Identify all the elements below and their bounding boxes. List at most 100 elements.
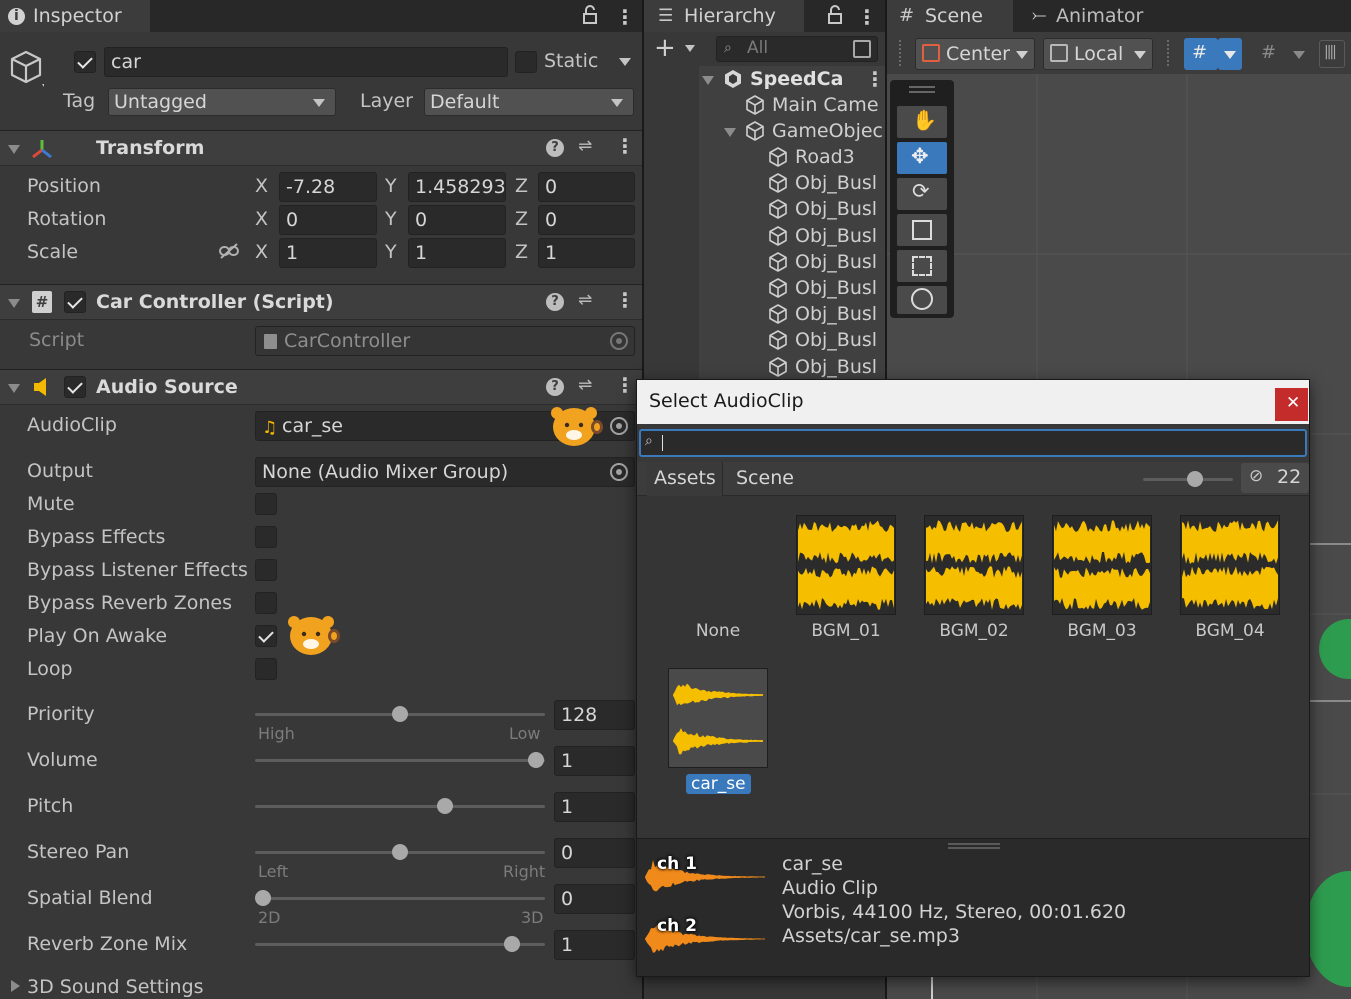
asset-item[interactable]: car_se	[654, 668, 782, 818]
tab-animator[interactable]: ⤚ Animator	[1032, 0, 1172, 32]
axis-z-label[interactable]: Z	[515, 208, 528, 230]
scale-z-field[interactable]: 1	[538, 238, 635, 268]
constrain-proportions-icon[interactable]	[218, 242, 240, 260]
pitch-slider-handle[interactable]	[437, 798, 453, 814]
axis-z-label[interactable]: Z	[515, 175, 528, 197]
reverb-mix-field[interactable]: 1	[554, 930, 635, 960]
position-x-field[interactable]: -7.28	[279, 172, 377, 202]
object-name-input[interactable]: car	[104, 47, 508, 77]
axis-x-label[interactable]: X	[255, 175, 268, 197]
foldout-arrow-icon[interactable]	[8, 299, 20, 308]
hand-tool-button[interactable]: ✋	[897, 106, 947, 138]
hierarchy-item[interactable]: GameObjec	[724, 118, 885, 144]
hierarchy-item[interactable]: Obj_Busl	[767, 249, 885, 275]
volume-slider-track[interactable]	[255, 759, 545, 762]
tab-assets[interactable]: Assets	[647, 462, 723, 496]
close-button[interactable]: ✕	[1275, 388, 1308, 421]
thumbnail-size-slider-handle[interactable]	[1187, 471, 1203, 487]
menu-kebab-icon[interactable]: ⋮	[615, 288, 635, 312]
object-picker-icon[interactable]	[610, 463, 628, 481]
splitter-grip-icon[interactable]	[948, 847, 1000, 849]
presets-icon[interactable]: ⇌	[578, 136, 592, 156]
mute-checkbox[interactable]	[255, 493, 277, 515]
audio-source-header[interactable]: Audio Source ? ⇌ ⋮	[0, 369, 642, 405]
tab-scene[interactable]: # Scene	[887, 0, 1013, 32]
axis-z-label[interactable]: Z	[515, 241, 528, 263]
menu-kebab-icon[interactable]: ⋮	[615, 5, 635, 29]
menu-kebab-icon[interactable]: ⋮	[857, 5, 877, 29]
hierarchy-item[interactable]: Main Came	[744, 92, 885, 118]
bypass-listener-checkbox[interactable]	[255, 559, 277, 581]
spatial-blend-slider-handle[interactable]	[255, 890, 271, 906]
volume-field[interactable]: 1	[554, 746, 635, 776]
asset-item[interactable]: BGM_01	[782, 515, 910, 665]
position-y-field[interactable]: 1.458293	[408, 172, 506, 202]
stereo-pan-slider-handle[interactable]	[392, 844, 408, 860]
help-icon[interactable]: ?	[546, 139, 564, 157]
stereo-pan-field[interactable]: 0	[554, 838, 635, 868]
rect-tool-button[interactable]	[897, 250, 947, 282]
tab-hierarchy[interactable]: ☰ Hierarchy	[644, 0, 804, 32]
scale-y-field[interactable]: 1	[408, 238, 506, 268]
hierarchy-item[interactable]: SpeedCa ⋮	[702, 66, 885, 92]
rotation-x-field[interactable]: 0	[279, 205, 377, 235]
hierarchy-item[interactable]: Road3	[767, 144, 885, 170]
popup-search-input[interactable]: ⌕	[639, 429, 1307, 457]
sound-3d-settings-foldout[interactable]: 3D Sound Settings	[27, 976, 204, 998]
rotation-y-field[interactable]: 0	[408, 205, 506, 235]
volume-slider-handle[interactable]	[528, 752, 544, 768]
ruler-toggle[interactable]: ||||	[1319, 40, 1345, 68]
reverb-mix-slider-track[interactable]	[255, 943, 545, 946]
hierarchy-item[interactable]: Obj_Busl	[767, 327, 885, 353]
help-icon[interactable]: ?	[546, 293, 564, 311]
output-field[interactable]: None (Audio Mixer Group)	[255, 457, 635, 487]
add-object-button[interactable]: +	[654, 33, 676, 63]
static-checkbox[interactable]	[515, 51, 537, 73]
foldout-arrow-icon[interactable]	[8, 384, 20, 393]
presets-icon[interactable]: ⇌	[578, 375, 592, 395]
grid-snap-dropdown[interactable]	[1218, 38, 1242, 70]
scale-x-field[interactable]: 1	[279, 238, 377, 268]
lock-icon[interactable]	[827, 5, 843, 25]
spatial-blend-field[interactable]: 0	[554, 884, 635, 914]
presets-icon[interactable]: ⇌	[578, 290, 592, 310]
asset-item[interactable]: BGM_03	[1038, 515, 1166, 665]
priority-field[interactable]: 128	[554, 700, 635, 730]
asset-item[interactable]: BGM_04	[1166, 515, 1294, 665]
lock-icon[interactable]	[582, 5, 598, 25]
axis-y-label[interactable]: Y	[385, 175, 397, 197]
tab-scene-objects[interactable]: Scene	[729, 462, 809, 496]
axis-y-label[interactable]: Y	[385, 208, 397, 230]
active-checkbox[interactable]	[74, 51, 96, 73]
component-enabled-checkbox[interactable]	[64, 291, 86, 313]
foldout-arrow-icon[interactable]	[11, 980, 20, 992]
static-dropdown-icon[interactable]	[619, 58, 631, 66]
scene-search-icon[interactable]	[853, 40, 871, 58]
asset-item[interactable]: None	[654, 515, 782, 665]
car-controller-header[interactable]: # Car Controller (Script) ? ⇌ ⋮	[0, 284, 642, 320]
spatial-blend-slider-track[interactable]	[255, 897, 545, 900]
bypass-effects-checkbox[interactable]	[255, 526, 277, 548]
pitch-field[interactable]: 1	[554, 792, 635, 822]
menu-kebab-icon[interactable]: ⋮	[865, 66, 885, 92]
rotation-z-field[interactable]: 0	[538, 205, 635, 235]
chevron-down-icon[interactable]	[685, 45, 695, 52]
foldout-arrow-icon[interactable]	[8, 145, 20, 154]
rotate-tool-button[interactable]: ⟳	[897, 178, 947, 210]
axis-x-label[interactable]: X	[255, 208, 268, 230]
hierarchy-search-input[interactable]: ⌕ All	[716, 36, 878, 62]
tab-inspector[interactable]: i Inspector	[0, 0, 150, 32]
transform-header[interactable]: Transform ? ⇌ ⋮	[0, 130, 642, 166]
bypass-reverb-checkbox[interactable]	[255, 592, 277, 614]
menu-kebab-icon[interactable]: ⋮	[615, 373, 635, 397]
pitch-slider-track[interactable]	[255, 805, 545, 808]
help-icon[interactable]: ?	[546, 378, 564, 396]
hierarchy-item[interactable]: Obj_Busl	[767, 301, 885, 327]
scale-tool-button[interactable]	[897, 214, 947, 246]
tag-dropdown[interactable]: Untagged	[108, 88, 336, 116]
menu-kebab-icon[interactable]: ⋮	[615, 134, 635, 158]
chevron-down-icon[interactable]	[1293, 51, 1305, 59]
layer-dropdown[interactable]: Default	[424, 88, 634, 116]
grid-snapping-toggle[interactable]: #	[1184, 38, 1218, 70]
reverb-mix-slider-handle[interactable]	[504, 936, 520, 952]
